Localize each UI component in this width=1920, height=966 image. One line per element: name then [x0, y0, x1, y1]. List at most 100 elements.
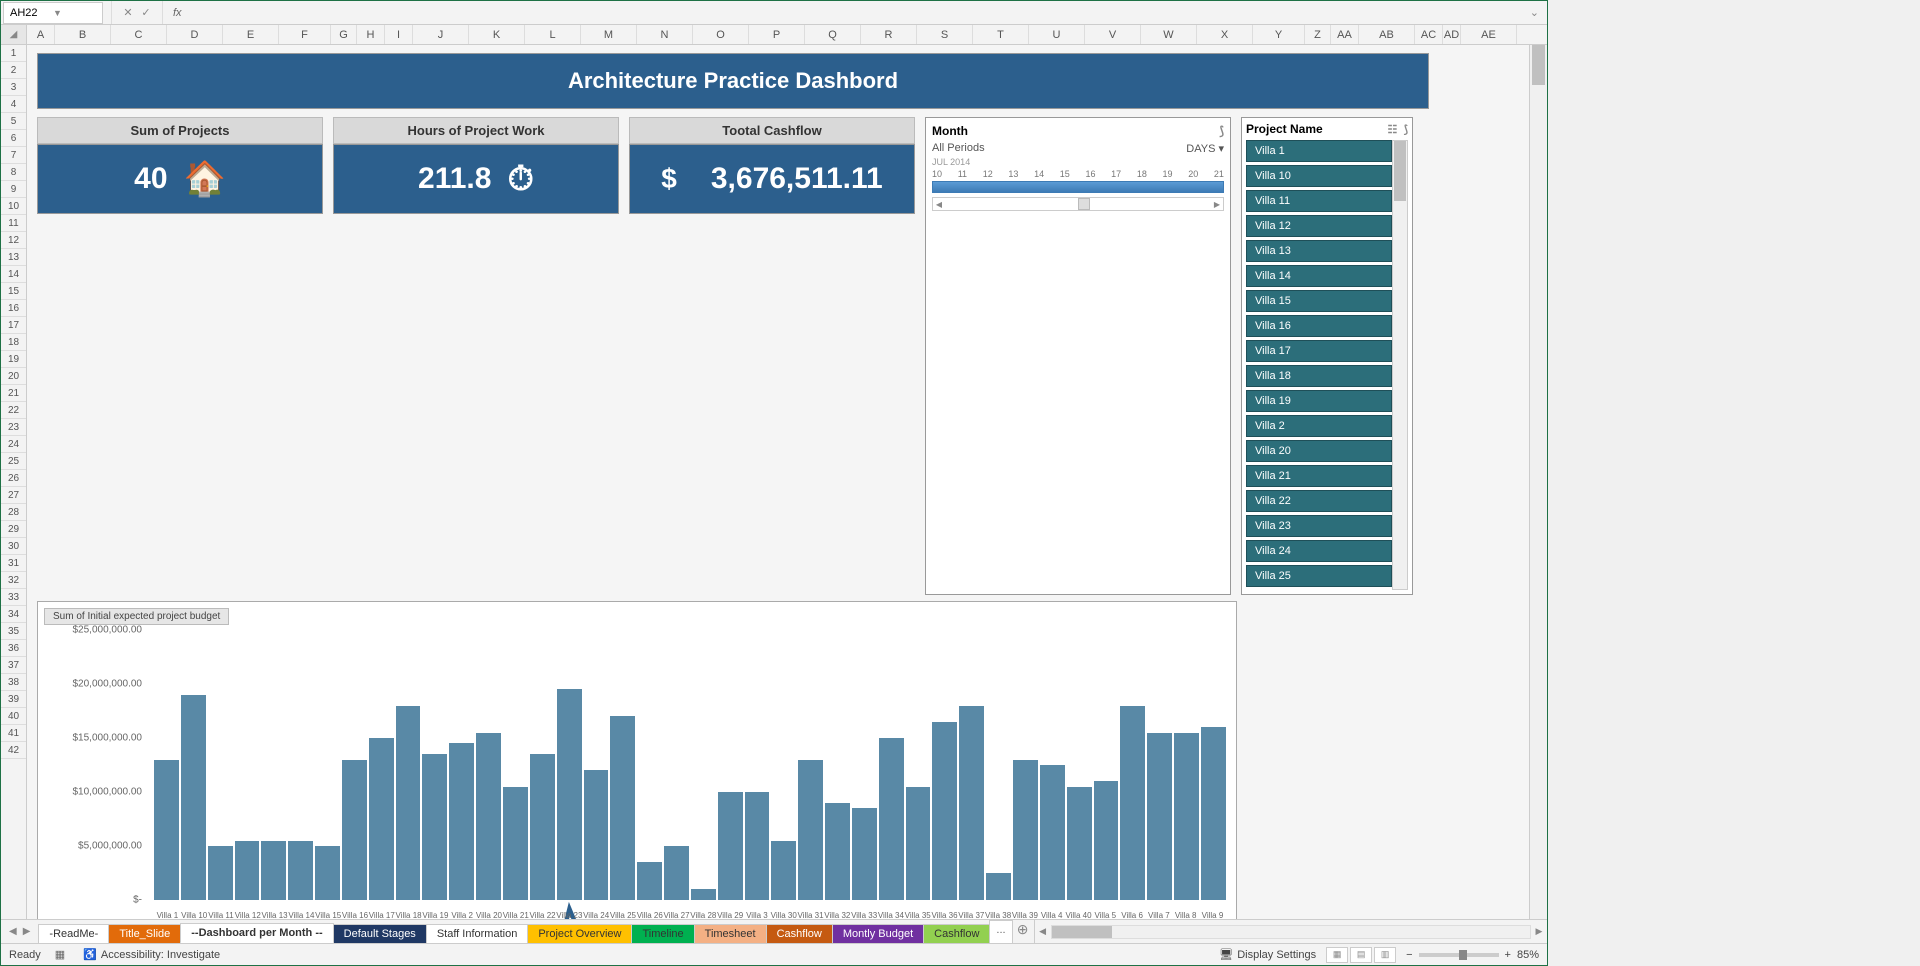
column-header[interactable]: F [279, 25, 331, 44]
normal-view-button[interactable]: ▦ [1326, 947, 1348, 963]
slicer-item[interactable]: Villa 18 [1246, 365, 1392, 387]
page-break-view-button[interactable]: ▥ [1374, 947, 1396, 963]
row-header[interactable]: 34 [1, 606, 26, 623]
row-header[interactable]: 30 [1, 538, 26, 555]
slicer-item[interactable]: Villa 2 [1246, 415, 1392, 437]
row-header[interactable]: 35 [1, 623, 26, 640]
row-header[interactable]: 24 [1, 436, 26, 453]
vertical-scrollbar[interactable] [1529, 45, 1547, 919]
column-header[interactable]: S [917, 25, 973, 44]
clear-filter-icon[interactable]: ⟆ [1404, 124, 1408, 136]
timeline-range-bar[interactable] [932, 181, 1224, 193]
row-header[interactable]: 42 [1, 742, 26, 759]
tab-nav-left-icon[interactable]: ◀ [9, 926, 17, 937]
column-header[interactable]: G [331, 25, 357, 44]
column-header[interactable]: AD [1443, 25, 1461, 44]
row-header[interactable]: 41 [1, 725, 26, 742]
sheet-tab[interactable]: --Dashboard per Month -- [180, 923, 333, 943]
arrow-right-icon[interactable]: ▶ [1531, 926, 1547, 937]
slicer-item[interactable]: Villa 10 [1246, 165, 1392, 187]
column-header[interactable]: Q [805, 25, 861, 44]
slicer-item[interactable]: Villa 21 [1246, 465, 1392, 487]
arrow-left-icon[interactable]: ◀ [933, 200, 945, 209]
row-header[interactable]: 40 [1, 708, 26, 725]
column-header[interactable]: V [1085, 25, 1141, 44]
slicer-item[interactable]: Villa 23 [1246, 515, 1392, 537]
column-header[interactable]: C [111, 25, 167, 44]
row-header[interactable]: 33 [1, 589, 26, 606]
slicer-item[interactable]: Villa 1 [1246, 140, 1392, 162]
column-header[interactable]: D [167, 25, 223, 44]
zoom-out-button[interactable]: − [1406, 949, 1412, 961]
slicer-item[interactable]: Villa 13 [1246, 240, 1392, 262]
slicer-item[interactable]: Villa 25 [1246, 565, 1392, 587]
row-header[interactable]: 26 [1, 470, 26, 487]
column-header[interactable]: AE [1461, 25, 1517, 44]
column-header[interactable]: O [693, 25, 749, 44]
column-header[interactable]: Z [1305, 25, 1331, 44]
row-header[interactable]: 39 [1, 691, 26, 708]
row-header[interactable]: 17 [1, 317, 26, 334]
column-header[interactable]: B [55, 25, 111, 44]
row-header[interactable]: 19 [1, 351, 26, 368]
row-header[interactable]: 38 [1, 674, 26, 691]
column-header[interactable]: J [413, 25, 469, 44]
row-header[interactable]: 14 [1, 266, 26, 283]
column-header[interactable]: M [581, 25, 637, 44]
select-all-corner[interactable]: ◢ [1, 25, 27, 44]
check-icon[interactable]: ✓ [138, 6, 154, 19]
row-header[interactable]: 9 [1, 181, 26, 198]
sheet-tab[interactable]: Timesheet [694, 924, 767, 943]
row-header[interactable]: 11 [1, 215, 26, 232]
column-header[interactable]: I [385, 25, 413, 44]
row-header[interactable]: 31 [1, 555, 26, 572]
sheet-tab[interactable]: Project Overview [527, 924, 632, 943]
column-header[interactable]: H [357, 25, 385, 44]
column-header[interactable]: R [861, 25, 917, 44]
accessibility-status[interactable]: ♿ Accessibility: Investigate [83, 948, 220, 961]
formula-bar-expand-icon[interactable]: ⌄ [1522, 6, 1547, 19]
row-header[interactable]: 25 [1, 453, 26, 470]
row-header[interactable]: 6 [1, 130, 26, 147]
slicer-item[interactable]: Villa 22 [1246, 490, 1392, 512]
timeline-scrollbar[interactable]: ◀ ▶ [932, 197, 1224, 211]
row-header[interactable]: 36 [1, 640, 26, 657]
column-header[interactable]: Y [1253, 25, 1305, 44]
sheet-tab[interactable]: Cashflow [923, 924, 989, 943]
fx-label[interactable]: fx [173, 7, 182, 19]
tab-nav-right-icon[interactable]: ▶ [23, 926, 31, 937]
page-layout-view-button[interactable]: ▤ [1350, 947, 1372, 963]
row-header[interactable]: 5 [1, 113, 26, 130]
sheet-tab[interactable]: Title_Slide [108, 924, 181, 943]
zoom-in-button[interactable]: + [1505, 949, 1511, 961]
column-header[interactable]: P [749, 25, 805, 44]
row-header[interactable]: 1 [1, 45, 26, 62]
slicer-item[interactable]: Villa 19 [1246, 390, 1392, 412]
row-header[interactable]: 18 [1, 334, 26, 351]
zoom-slider[interactable] [1419, 953, 1499, 957]
multiselect-icon[interactable]: ☷ [1387, 124, 1397, 136]
row-header[interactable]: 37 [1, 657, 26, 674]
arrow-left-icon[interactable]: ◀ [1035, 926, 1051, 937]
chevron-down-icon[interactable]: ▼ [53, 8, 96, 18]
tab-more[interactable]: ... [989, 920, 1012, 943]
row-header[interactable]: 12 [1, 232, 26, 249]
row-header[interactable]: 13 [1, 249, 26, 266]
row-header[interactable]: 4 [1, 96, 26, 113]
row-header[interactable]: 29 [1, 521, 26, 538]
column-header[interactable]: AA [1331, 25, 1359, 44]
column-header[interactable]: E [223, 25, 279, 44]
row-header[interactable]: 28 [1, 504, 26, 521]
column-header[interactable]: T [973, 25, 1029, 44]
column-header[interactable]: X [1197, 25, 1253, 44]
sheet-tab[interactable]: Timeline [631, 924, 694, 943]
row-header[interactable]: 10 [1, 198, 26, 215]
name-box[interactable]: AH22 ▼ [3, 2, 103, 24]
sheet-tab[interactable]: Staff Information [426, 924, 529, 943]
slicer-item[interactable]: Villa 16 [1246, 315, 1392, 337]
sheet-tab[interactable]: Default Stages [333, 924, 427, 943]
tab-nav-buttons[interactable]: ◀ ▶ [1, 920, 38, 943]
row-header[interactable]: 3 [1, 79, 26, 96]
row-header[interactable]: 2 [1, 62, 26, 79]
slicer-item[interactable]: Villa 14 [1246, 265, 1392, 287]
